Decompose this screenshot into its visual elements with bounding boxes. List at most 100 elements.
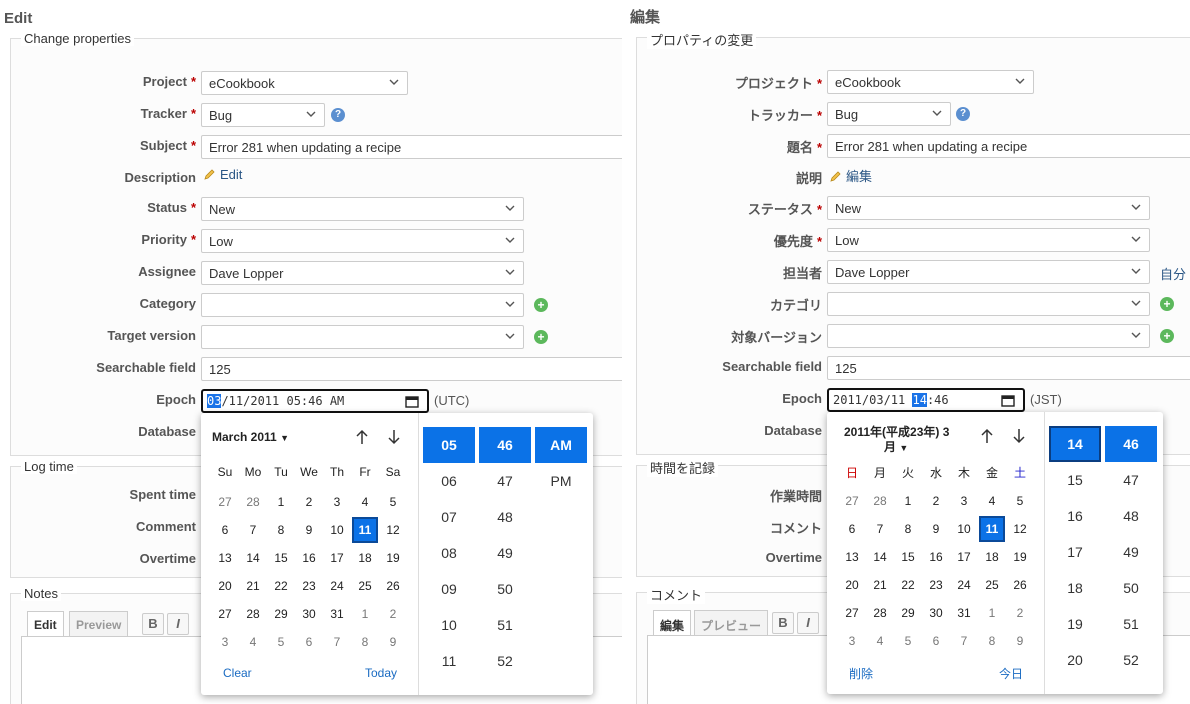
calendar-day[interactable]: 20 bbox=[839, 572, 865, 598]
tab-preview[interactable]: Preview bbox=[69, 611, 129, 637]
calendar-day[interactable]: 2 bbox=[923, 488, 949, 514]
calendar-day[interactable]: 4 bbox=[240, 629, 266, 655]
arrow-up-icon[interactable] bbox=[979, 428, 995, 444]
add-version-icon[interactable]: + bbox=[1160, 329, 1174, 343]
calendar-day[interactable]: 3 bbox=[951, 488, 977, 514]
calendar-day[interactable]: 30 bbox=[923, 600, 949, 626]
calendar-day[interactable]: 30 bbox=[296, 601, 322, 627]
calendar-day[interactable]: 13 bbox=[839, 544, 865, 570]
clear-button[interactable]: Clear bbox=[223, 666, 252, 680]
epoch-datetime-input[interactable]: 03/11/2011 05:46 AM bbox=[201, 389, 429, 413]
calendar-day[interactable]: 15 bbox=[895, 544, 921, 570]
hour-option[interactable]: 19 bbox=[1049, 606, 1101, 642]
calendar-day[interactable]: 20 bbox=[212, 573, 238, 599]
searchable-field-input[interactable]: 125 bbox=[827, 356, 1190, 380]
calendar-day[interactable]: 23 bbox=[296, 573, 322, 599]
calendar-day[interactable]: 3 bbox=[324, 489, 350, 515]
calendar-day[interactable]: 9 bbox=[296, 517, 322, 543]
clear-button[interactable]: 削除 bbox=[849, 665, 873, 682]
calendar-day[interactable]: 29 bbox=[268, 601, 294, 627]
calendar-day[interactable]: 5 bbox=[1007, 488, 1033, 514]
today-button[interactable]: 今日 bbox=[999, 665, 1023, 682]
calendar-day[interactable]: 11 bbox=[352, 517, 378, 543]
searchable-field-input[interactable]: 125 bbox=[201, 357, 622, 381]
calendar-day[interactable]: 4 bbox=[979, 488, 1005, 514]
project-select[interactable]: eCookbook bbox=[827, 70, 1034, 94]
arrow-up-icon[interactable] bbox=[354, 429, 370, 445]
calendar-day[interactable]: 8 bbox=[352, 629, 378, 655]
month-year-selector[interactable]: March 2011 ▼ bbox=[212, 430, 289, 444]
calendar-icon[interactable] bbox=[405, 395, 419, 408]
minute-option[interactable]: 50 bbox=[479, 571, 531, 607]
calendar-day[interactable]: 25 bbox=[979, 572, 1005, 598]
calendar-day[interactable]: 24 bbox=[324, 573, 350, 599]
calendar-day[interactable]: 1 bbox=[979, 600, 1005, 626]
add-version-icon[interactable]: + bbox=[534, 330, 548, 344]
target-version-select[interactable] bbox=[201, 325, 524, 349]
hour-option[interactable]: 16 bbox=[1049, 498, 1101, 534]
minute-option[interactable]: 49 bbox=[1105, 534, 1157, 570]
calendar-day[interactable]: 6 bbox=[923, 628, 949, 654]
hour-option[interactable]: 05 bbox=[423, 427, 475, 463]
category-select[interactable] bbox=[201, 293, 524, 317]
bold-button[interactable]: B bbox=[142, 613, 164, 635]
calendar-day[interactable]: 7 bbox=[951, 628, 977, 654]
ampm-am[interactable]: AM bbox=[535, 427, 587, 463]
calendar-day[interactable]: 26 bbox=[380, 573, 406, 599]
assign-to-me-link[interactable]: 自分 bbox=[1160, 264, 1186, 283]
minute-option[interactable]: 51 bbox=[1105, 606, 1157, 642]
calendar-day[interactable]: 28 bbox=[867, 488, 893, 514]
italic-button[interactable]: I bbox=[167, 613, 189, 635]
minute-option[interactable]: 52 bbox=[1105, 642, 1157, 678]
calendar-day[interactable]: 28 bbox=[240, 601, 266, 627]
description-edit-link[interactable]: 編集 bbox=[829, 166, 872, 185]
calendar-day[interactable]: 3 bbox=[212, 629, 238, 655]
calendar-day[interactable]: 1 bbox=[895, 488, 921, 514]
hour-option[interactable]: 10 bbox=[423, 607, 475, 643]
hour-option[interactable]: 06 bbox=[423, 463, 475, 499]
calendar-day[interactable]: 5 bbox=[268, 629, 294, 655]
calendar-day[interactable]: 19 bbox=[1007, 544, 1033, 570]
calendar-day[interactable]: 11 bbox=[979, 516, 1005, 542]
tracker-select[interactable]: Bug bbox=[827, 102, 951, 126]
arrow-down-icon[interactable] bbox=[386, 429, 402, 445]
calendar-day[interactable]: 7 bbox=[324, 629, 350, 655]
calendar-day[interactable]: 17 bbox=[951, 544, 977, 570]
epoch-datetime-input[interactable]: 2011/03/11 14:46 bbox=[827, 388, 1025, 412]
calendar-day[interactable]: 6 bbox=[839, 516, 865, 542]
arrow-down-icon[interactable] bbox=[1011, 428, 1027, 444]
calendar-day[interactable]: 25 bbox=[352, 573, 378, 599]
minute-option[interactable]: 49 bbox=[479, 535, 531, 571]
calendar-day[interactable]: 5 bbox=[895, 628, 921, 654]
calendar-day[interactable]: 8 bbox=[979, 628, 1005, 654]
calendar-day[interactable]: 9 bbox=[380, 629, 406, 655]
calendar-day[interactable]: 28 bbox=[240, 489, 266, 515]
hour-option[interactable]: 20 bbox=[1049, 642, 1101, 678]
tab-preview[interactable]: プレビュー bbox=[694, 610, 769, 636]
minute-option[interactable]: 47 bbox=[479, 463, 531, 499]
calendar-day[interactable]: 27 bbox=[839, 488, 865, 514]
calendar-day[interactable]: 16 bbox=[923, 544, 949, 570]
calendar-icon[interactable] bbox=[1001, 394, 1015, 407]
calendar-day[interactable]: 21 bbox=[867, 572, 893, 598]
tracker-select[interactable]: Bug bbox=[201, 103, 325, 127]
italic-button[interactable]: I bbox=[797, 612, 819, 634]
calendar-day[interactable]: 8 bbox=[895, 516, 921, 542]
calendar-day[interactable]: 4 bbox=[867, 628, 893, 654]
tab-edit[interactable]: Edit bbox=[27, 611, 64, 637]
hour-option[interactable]: 15 bbox=[1049, 462, 1101, 498]
calendar-day[interactable]: 12 bbox=[1007, 516, 1033, 542]
calendar-day[interactable]: 19 bbox=[380, 545, 406, 571]
hour-option[interactable]: 11 bbox=[423, 643, 475, 679]
calendar-day[interactable]: 2 bbox=[296, 489, 322, 515]
bold-button[interactable]: B bbox=[772, 612, 794, 634]
calendar-day[interactable]: 10 bbox=[324, 517, 350, 543]
minute-option[interactable]: 48 bbox=[479, 499, 531, 535]
target-version-select[interactable] bbox=[827, 324, 1150, 348]
minute-option[interactable]: 50 bbox=[1105, 570, 1157, 606]
minute-option[interactable]: 51 bbox=[479, 607, 531, 643]
calendar-day[interactable]: 31 bbox=[951, 600, 977, 626]
calendar-day[interactable]: 27 bbox=[212, 601, 238, 627]
ampm-pm[interactable]: PM bbox=[535, 463, 587, 499]
calendar-day[interactable]: 24 bbox=[951, 572, 977, 598]
